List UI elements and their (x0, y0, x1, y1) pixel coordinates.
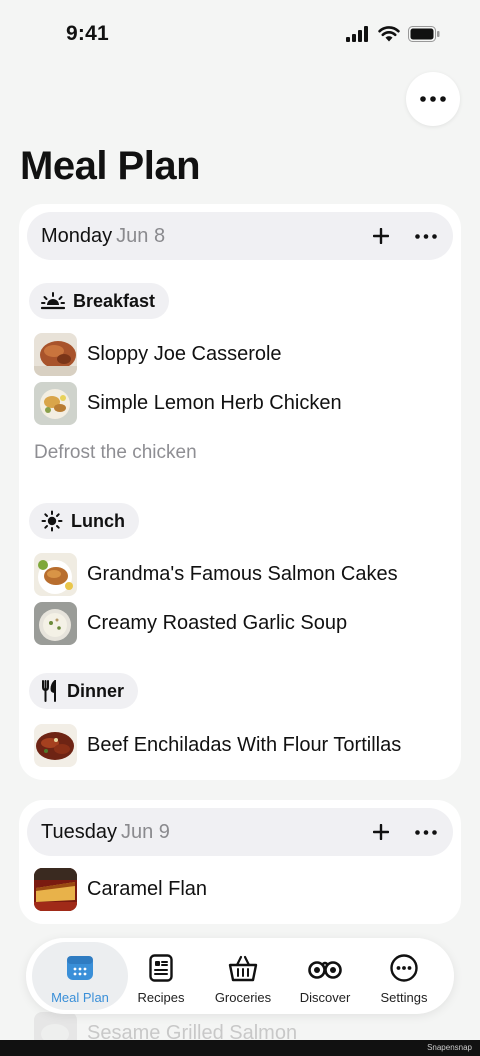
calendar-icon (67, 956, 93, 980)
tab-settings[interactable]: Settings (359, 942, 449, 1010)
day-date: Jun 9 (120, 821, 170, 843)
tab-label: Recipes (137, 990, 185, 1005)
day-card-monday: Monday Jun 8 Breakfast Sloppy Joe Casser… (19, 204, 461, 780)
plus-icon (373, 824, 389, 840)
day-weekday: Monday (41, 225, 113, 247)
status-bar: 9:41 (0, 0, 480, 72)
meal-pill-lunch[interactable]: Lunch (29, 503, 139, 539)
add-meal-button[interactable] (369, 224, 393, 248)
recipe-row[interactable]: Sloppy Joe Casserole (34, 332, 282, 376)
tab-label: Settings (380, 990, 428, 1005)
recipe-thumbnail (34, 723, 77, 767)
page-title: Meal Plan (20, 144, 201, 188)
recipe-name: Grandma's Famous Salmon Cakes (87, 562, 398, 585)
tab-label: Meal Plan (51, 990, 109, 1005)
meal-note[interactable]: Defrost the chicken (34, 442, 197, 464)
binoculars-icon (308, 961, 342, 979)
sun-icon (41, 510, 63, 532)
ellipsis-icon (415, 829, 437, 835)
recipe-row[interactable]: Grandma's Famous Salmon Cakes (34, 552, 398, 596)
recipe-thumbnail (34, 601, 77, 645)
tab-label: Groceries (214, 990, 272, 1005)
recipe-name: Simple Lemon Herb Chicken (87, 391, 342, 414)
day-header-monday[interactable]: Monday Jun 8 (27, 212, 453, 260)
recipe-thumbnail (34, 381, 77, 425)
signal-icon (346, 26, 368, 42)
battery-icon (408, 26, 440, 42)
recipe-name: Caramel Flan (87, 877, 208, 900)
recipe-thumbnail (34, 552, 77, 596)
meal-label: Dinner (67, 680, 125, 701)
day-card-tuesday: Tuesday Jun 9 Caramel Flan (19, 800, 461, 924)
ellipsis-icon (420, 96, 446, 102)
day-date: Jun 8 (116, 225, 166, 247)
recipe-row[interactable]: Caramel Flan (34, 867, 207, 911)
recipe-name: Sloppy Joe Casserole (87, 342, 282, 365)
recipe-row[interactable]: Beef Enchiladas With Flour Tortillas (34, 723, 401, 767)
plus-icon (373, 228, 389, 244)
watermark-text: Snapensnap (427, 1043, 472, 1052)
day-more-button[interactable] (413, 820, 439, 844)
watermark-strip: Snapensnap (0, 1040, 480, 1056)
day-weekday: Tuesday (41, 821, 117, 843)
day-more-button[interactable] (413, 224, 439, 248)
recipe-name: Beef Enchiladas With Flour Tortillas (87, 733, 402, 756)
add-meal-button[interactable] (369, 820, 393, 844)
meal-pill-breakfast[interactable]: Breakfast (29, 283, 170, 319)
meal-label: Lunch (71, 510, 125, 531)
basket-icon (228, 955, 258, 982)
status-icons (346, 26, 440, 42)
tab-bar: Meal Plan Recipes Groceries Discover Set… (26, 938, 454, 1014)
sunrise-icon (41, 292, 65, 310)
ellipsis-icon (415, 233, 437, 239)
tab-meal-plan[interactable]: Meal Plan (32, 942, 128, 1010)
tab-label: Discover (299, 990, 351, 1005)
recipe-thumbnail (34, 867, 77, 911)
recipe-row[interactable]: Creamy Roasted Garlic Soup (34, 601, 347, 645)
recipe-name: Creamy Roasted Garlic Soup (87, 611, 348, 634)
day-header-tuesday[interactable]: Tuesday Jun 9 (27, 808, 453, 856)
settings-dots-icon (390, 954, 418, 982)
recipe-thumbnail (34, 332, 77, 376)
meal-label: Breakfast (73, 290, 156, 311)
tab-recipes[interactable]: Recipes (116, 942, 206, 1010)
fork-knife-icon (42, 680, 56, 702)
day-title: Tuesday Jun 9 (41, 821, 170, 844)
day-title: Monday Jun 8 (41, 225, 165, 248)
wifi-icon (378, 26, 400, 42)
recipe-book-icon (149, 954, 173, 982)
meal-pill-dinner[interactable]: Dinner (29, 673, 139, 709)
tab-discover[interactable]: Discover (280, 942, 370, 1010)
more-options-button[interactable] (406, 72, 460, 126)
status-time: 9:41 (66, 22, 109, 45)
recipe-row[interactable]: Simple Lemon Herb Chicken (34, 381, 342, 425)
tab-groceries[interactable]: Groceries (198, 942, 288, 1010)
